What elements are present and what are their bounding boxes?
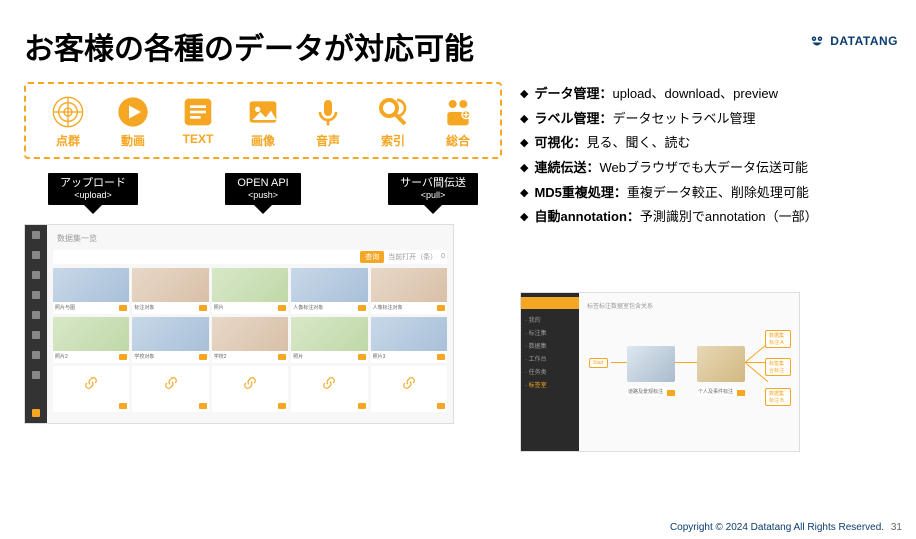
page-title: お客様の各種のデータが対応可能 <box>24 24 916 68</box>
bullet-item: 連続伝送：Webブラウザでも大データ伝送可能 <box>520 156 890 181</box>
brand-name: DATATANG <box>830 34 898 48</box>
api-arrow: OPEN API<push> <box>225 173 300 214</box>
image-icon: 画像 <box>233 96 293 149</box>
pull-arrow: サーバ間伝送<pull> <box>388 173 478 214</box>
copyright: Copyright © 2024 Datatang All Rights Res… <box>670 522 884 533</box>
dataset-grid-screenshot: 数据集一览 查询当前打开（条）0 照片与图标注对象照片人像标注对象人像标注对象照… <box>24 224 454 424</box>
text-icon: TEXT <box>168 96 228 149</box>
bullet-item: データ管理：upload、download、preview <box>520 82 890 107</box>
pointcloud-icon: 点群 <box>38 96 98 149</box>
owl-icon <box>808 32 826 50</box>
bullet-item: MD5重複処理：重複データ較正、削除処理可能 <box>520 181 890 206</box>
index-icon: 索引 <box>363 96 423 149</box>
bullet-item: 可視化：見る、聞く、読む <box>520 131 890 156</box>
bullet-item: 自動annotation：予測識別でannotation（一部） <box>520 205 890 230</box>
upload-arrows: アップロード<upload> OPEN API<push> サーバ間伝送<pul… <box>24 159 502 224</box>
data-type-icons: 点群 動画 TEXT 画像 音声 索引 総合 <box>24 82 502 159</box>
footer: Copyright © 2024 Datatang All Rights Res… <box>670 522 902 533</box>
bullet-item: ラベル管理：データセットラベル管理 <box>520 107 890 132</box>
workflow-screenshot: · 我的· 标注集· 数据集· 工作台· 任务类· 标签室 标签标注数据室包含关… <box>520 292 800 452</box>
integration-icon: 総合 <box>428 96 488 149</box>
brand-logo: DATATANG <box>808 32 898 50</box>
video-icon: 動画 <box>103 96 163 149</box>
page-number: 31 <box>891 522 902 533</box>
audio-icon: 音声 <box>298 96 358 149</box>
upload-arrow: アップロード<upload> <box>48 173 138 214</box>
